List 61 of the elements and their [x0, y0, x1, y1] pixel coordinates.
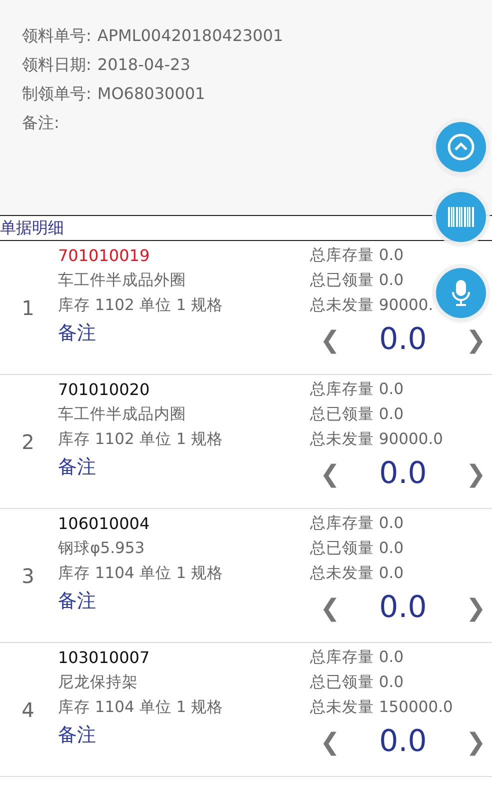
item-row[interactable]: 2 701010020 车工件半成品内圈 库存 1102 单位 1 规格 备注 总库存量 0.0 总已领量 0.0 总未发量 90000.0 ❮ 0.0 ❯	[0, 375, 492, 509]
item-code: 103010007	[58, 647, 150, 669]
chevron-up-icon	[446, 132, 476, 162]
field-value: MO68030001	[97, 83, 206, 105]
field-label: 领料日期:	[22, 54, 92, 76]
microphone-icon	[451, 279, 471, 307]
note-link[interactable]: 备注	[58, 720, 96, 750]
field-label: 领料单号:	[22, 25, 92, 47]
field-value: APML00420180423001	[97, 25, 284, 47]
item-row[interactable]: 4 103010007 尼龙保持架 库存 1104 单位 1 规格 备注 总库存量 0.0 总已领量 0.0 总未发量 150000.0 ❮ 0.0 ❯	[0, 643, 492, 777]
row-number: 4	[22, 698, 34, 722]
decrease-button[interactable]: ❮	[320, 326, 340, 354]
item-stock: 库存 1102 单位 1 规格	[58, 429, 224, 450]
increase-button[interactable]: ❯	[466, 728, 486, 756]
total-text: 总库存量 0.0	[310, 379, 404, 400]
note-link[interactable]: 备注	[58, 318, 96, 348]
floating-button[interactable]	[436, 192, 486, 242]
quantity-value[interactable]: 0.0	[379, 456, 427, 491]
total-text: 总库存量 0.0	[310, 513, 404, 534]
decrease-button[interactable]: ❮	[320, 728, 340, 756]
item-stock: 库存 1102 单位 1 规格	[58, 295, 224, 316]
item-name: 钢球φ5.953	[58, 538, 145, 559]
total-text: 总未发量 150000.0	[310, 697, 453, 718]
field-label: 备注:	[22, 112, 60, 134]
quantity-value[interactable]: 0.0	[379, 590, 427, 625]
item-code: 701010020	[58, 379, 150, 401]
increase-button[interactable]: ❯	[466, 594, 486, 622]
item-code: 701010019	[58, 245, 150, 267]
item-stock: 库存 1104 单位 1 规格	[58, 697, 224, 718]
item-stock: 库存 1104 单位 1 规格	[58, 563, 224, 584]
increase-button[interactable]: ❯	[466, 326, 486, 354]
floating-button[interactable]	[436, 122, 486, 172]
total-text: 总已领量 0.0	[310, 404, 404, 425]
section-title: 单据明细	[0, 218, 64, 238]
total-text: 总未发量 90000.	[310, 295, 434, 316]
item-name: 车工件半成品内圈	[58, 404, 186, 425]
decrease-button[interactable]: ❮	[320, 460, 340, 488]
item-name: 尼龙保持架	[58, 672, 138, 693]
increase-button[interactable]: ❯	[466, 460, 486, 488]
total-text: 总已领量 0.0	[310, 270, 404, 291]
total-text: 总库存量 0.0	[310, 647, 404, 668]
floating-button[interactable]	[436, 268, 486, 318]
total-text: 总库存量 0.0	[310, 245, 404, 266]
row-number: 3	[22, 564, 34, 588]
note-link[interactable]: 备注	[58, 452, 96, 482]
barcode-icon	[448, 207, 474, 227]
quantity-value[interactable]: 0.0	[379, 724, 427, 759]
total-text: 总已领量 0.0	[310, 538, 404, 559]
quantity-value[interactable]: 0.0	[379, 322, 427, 357]
field-label: 制领单号:	[22, 83, 92, 105]
row-number: 2	[22, 430, 34, 454]
field-value: 2018-04-23	[97, 54, 190, 76]
note-link[interactable]: 备注	[58, 586, 96, 616]
total-text: 总未发量 0.0	[310, 563, 404, 584]
total-text: 总已领量 0.0	[310, 672, 404, 693]
item-code: 106010004	[58, 513, 150, 535]
item-name: 车工件半成品外圈	[58, 270, 186, 291]
row-number: 1	[22, 296, 34, 320]
total-text: 总未发量 90000.0	[310, 429, 444, 450]
decrease-button[interactable]: ❮	[320, 594, 340, 622]
item-row[interactable]: 3 106010004 钢球φ5.953 库存 1104 单位 1 规格 备注 总库存量 0.0 总已领量 0.0 总未发量 0.0 ❮ 0.0 ❯	[0, 509, 492, 643]
